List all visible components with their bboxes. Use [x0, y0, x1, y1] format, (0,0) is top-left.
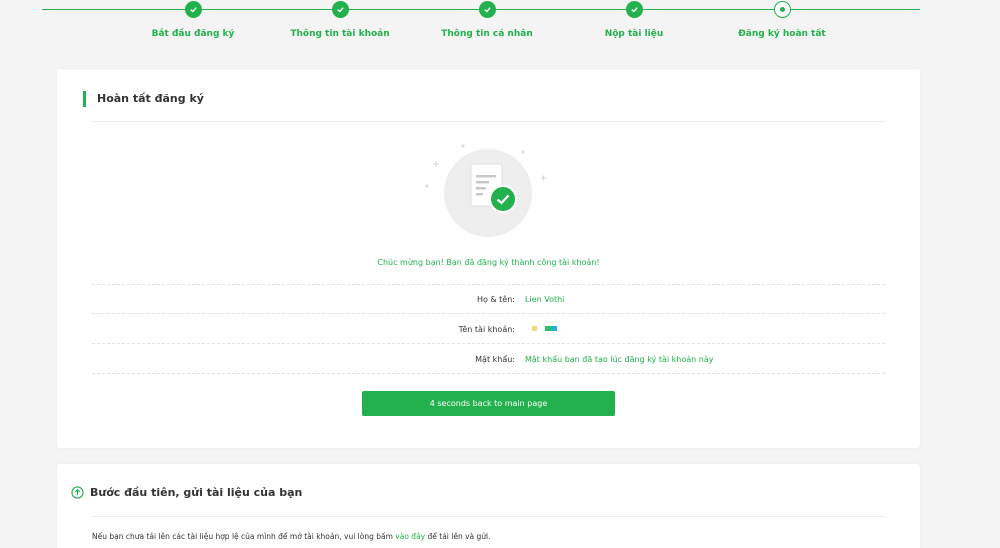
note-text: để tải lên và gửi. — [425, 532, 491, 541]
success-message: Chúc mừng bạn! Bạn đã đăng ký thành công… — [377, 258, 600, 267]
arrow-up-circle-icon — [71, 486, 84, 499]
info-row-password: Mật khẩu: Mật khẩu bạn đã tạo lúc đăng k… — [92, 344, 885, 374]
next-step-title: Bước đầu tiên, gửi tài liệu của bạn — [90, 486, 303, 499]
step-start: Bắt đầu đăng ký — [113, 0, 273, 39]
upload-note: Nếu bạn chưa tải lên các tài liệu hợp lệ… — [92, 532, 491, 541]
fullname-value: Lien Vothi — [525, 295, 565, 304]
step-label: Nộp tài liệu — [604, 29, 664, 39]
step-label: Thông tin cá nhân — [441, 29, 533, 39]
upload-here-link[interactable]: vào đây — [395, 532, 425, 541]
back-to-main-button[interactable]: 4 seconds back to main page — [362, 391, 615, 416]
card-title-text: Hoàn tất đăng ký — [97, 92, 204, 105]
step-complete: Đăng ký hoàn tất — [702, 0, 862, 39]
step-label: Thông tin tài khoản — [290, 29, 390, 39]
title-accent-bar — [83, 90, 86, 107]
card-title: Hoàn tất đăng ký — [83, 90, 204, 107]
password-label: Mật khẩu: — [475, 355, 515, 364]
step-label: Bắt đầu đăng ký — [151, 29, 235, 39]
next-step-header: Bước đầu tiên, gửi tài liệu của bạn — [71, 486, 302, 499]
step-documents: Nộp tài liệu — [554, 0, 714, 39]
check-icon — [331, 1, 349, 18]
username-label: Tên tài khoản: — [458, 325, 515, 334]
step-personal-info: Thông tin cá nhân — [407, 0, 567, 39]
divider — [92, 516, 885, 517]
success-document-icon — [425, 144, 546, 237]
registration-complete-card: Hoàn tất đăng ký Chúc mừng bạn! Bạn đã đ… — [57, 69, 920, 448]
info-row-username: Tên tài khoản: — [92, 314, 885, 344]
username-value-masked — [532, 326, 557, 331]
registration-stepper: Bắt đầu đăng ký Thông tin tài khoản Thôn… — [0, 0, 1000, 50]
divider — [92, 121, 885, 122]
step-label: Đăng ký hoàn tất — [738, 29, 826, 39]
info-row-fullname: Họ & tên: Lien Vothi — [92, 284, 885, 314]
fullname-label: Họ & tên: — [476, 295, 515, 304]
check-icon — [184, 1, 202, 18]
note-text: Nếu bạn chưa tải lên các tài liệu hợp lệ… — [92, 532, 396, 541]
step-account-info: Thông tin tài khoản — [260, 0, 420, 39]
check-icon — [478, 1, 496, 18]
check-icon — [625, 1, 643, 18]
current-step-icon — [773, 1, 791, 18]
password-value: Mật khẩu bạn đã tạo lúc đăng ký tài khoả… — [525, 355, 714, 364]
next-step-card: Bước đầu tiên, gửi tài liệu của bạn Nếu … — [57, 464, 920, 548]
